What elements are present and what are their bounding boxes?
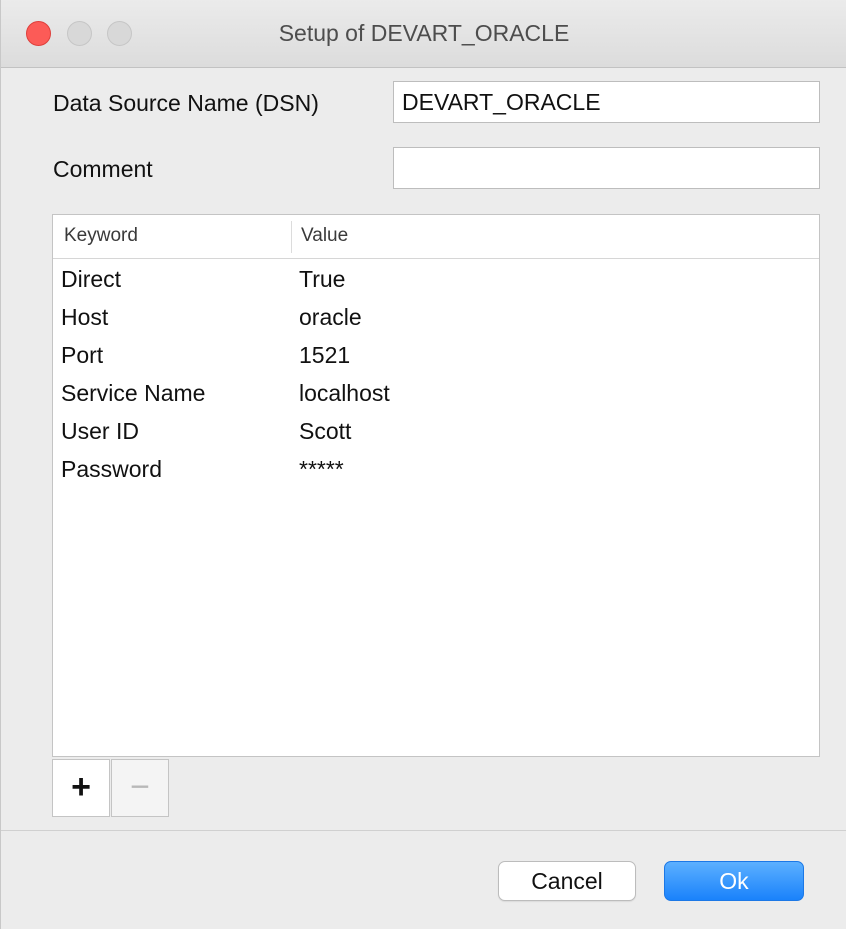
keyword-cell: Password [61,456,162,482]
keyword-cell: Host [61,304,109,330]
comment-label: Comment [53,156,153,182]
dsn-label: Data Source Name (DSN) [53,90,319,116]
add-row-button[interactable]: + [52,759,110,817]
parameters-table: Keyword Value Direct True Host oracle Po… [52,214,820,757]
table-row[interactable]: Direct True [53,262,819,300]
dsn-input[interactable]: DEVART_ORACLE [393,81,820,123]
table-row[interactable]: Password ***** [53,452,819,490]
footer-divider [1,830,846,831]
value-cell: localhost [299,380,390,406]
table-row[interactable]: User ID Scott [53,414,819,452]
keyword-cell: Port [61,342,104,368]
minus-icon: − [130,768,150,806]
keyword-cell: User ID [61,418,139,444]
column-divider[interactable] [291,221,292,253]
column-header-value[interactable]: Value [301,225,348,247]
table-header: Keyword Value [53,215,819,259]
window-title: Setup of DEVART_ORACLE [278,20,570,46]
comment-input[interactable] [393,147,820,189]
title-bar[interactable]: Setup of DEVART_ORACLE [1,0,846,68]
cancel-button[interactable]: Cancel [498,861,636,901]
value-cell: ***** [299,456,344,482]
plus-icon: + [71,768,91,806]
setup-dialog: Setup of DEVART_ORACLE Data Source Name … [0,0,846,929]
value-cell: oracle [299,304,362,330]
table-row[interactable]: Host oracle [53,300,819,338]
keyword-cell: Direct [61,266,122,292]
table-row[interactable]: Port 1521 [53,338,819,376]
value-cell: Scott [299,418,352,444]
remove-row-button[interactable]: − [111,759,169,817]
value-cell: 1521 [299,342,351,368]
table-row[interactable]: Service Name localhost [53,376,819,414]
value-cell: True [299,266,346,292]
column-header-keyword[interactable]: Keyword [64,225,138,247]
keyword-cell: Service Name [61,380,206,406]
ok-button[interactable]: Ok [664,861,804,901]
